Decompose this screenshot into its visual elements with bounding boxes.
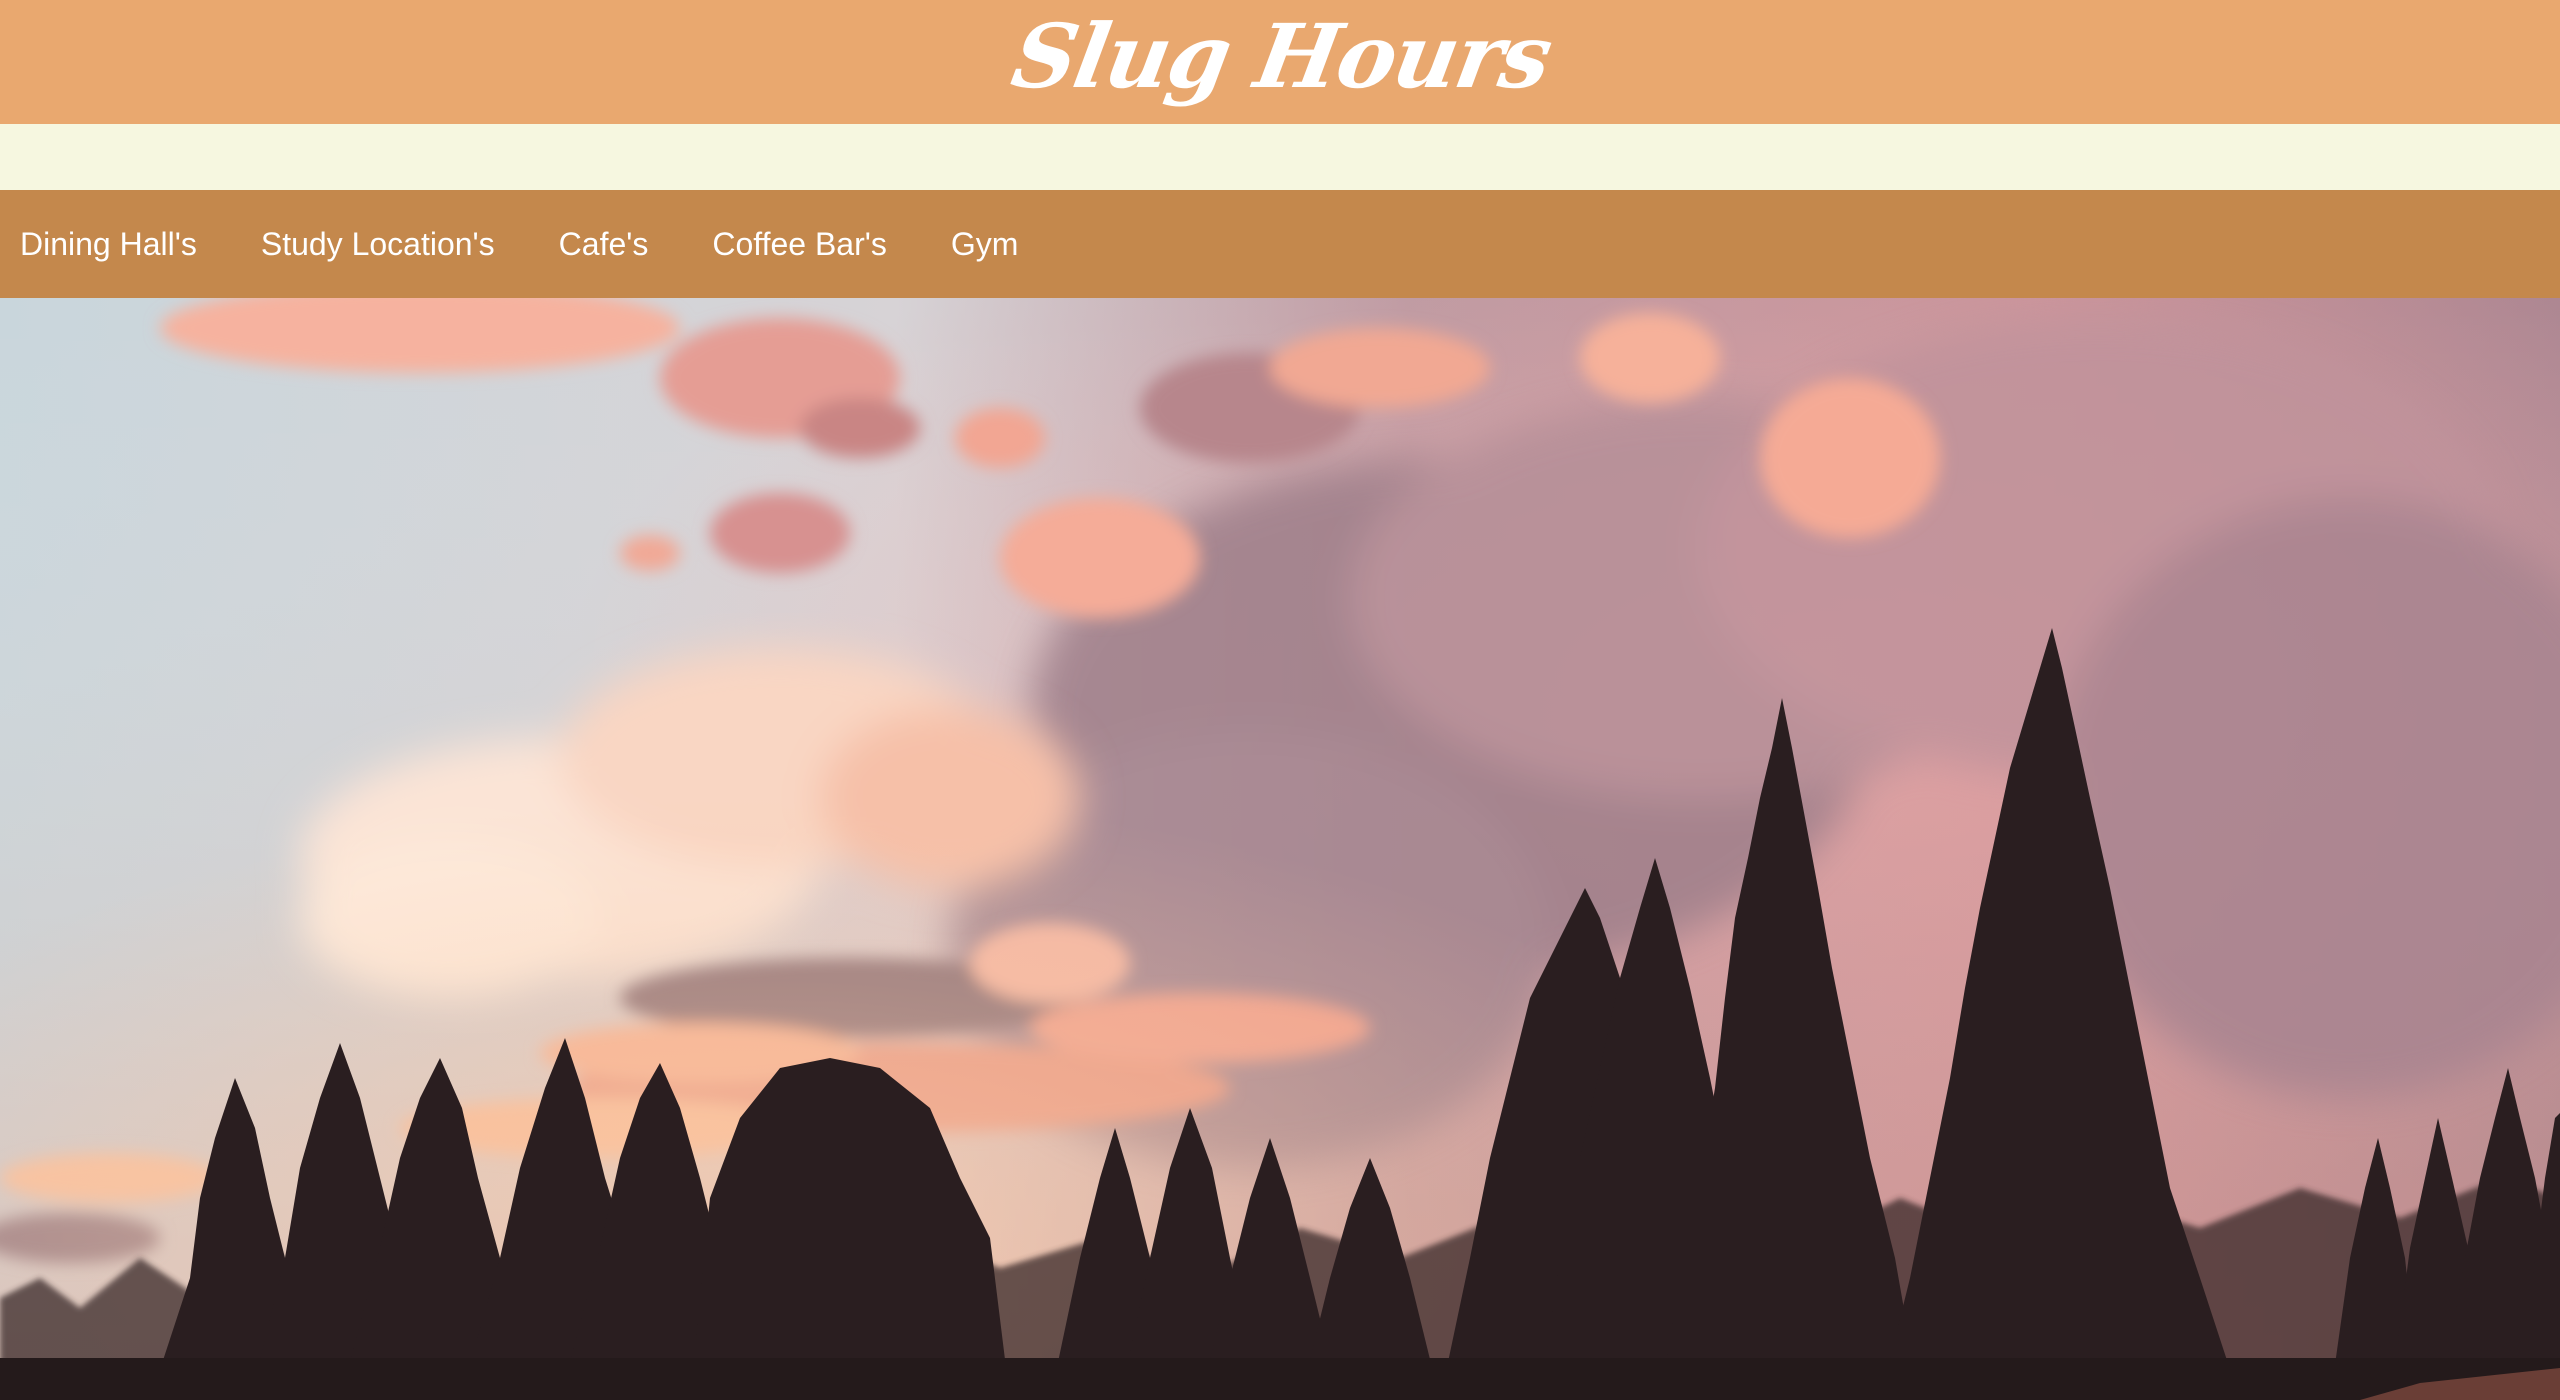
nav-item-gym[interactable]: Gym [930, 190, 1040, 298]
nav-item-coffee-bars[interactable]: Coffee Bar's [691, 190, 908, 298]
site-title: Slug Hours [1004, 4, 1558, 108]
page: Slug Hours Dining Hall's Study Location'… [0, 0, 2560, 1400]
sunset-forest-illustration [0, 298, 2560, 1400]
main-nav: Dining Hall's Study Location's Cafe's Co… [0, 190, 2560, 298]
spacer-band [0, 124, 2560, 190]
site-header: Slug Hours [0, 0, 2560, 124]
hero-image [0, 298, 2560, 1400]
nav-item-dining-halls[interactable]: Dining Hall's [0, 190, 218, 298]
nav-item-study-locations[interactable]: Study Location's [240, 190, 516, 298]
nav-item-cafes[interactable]: Cafe's [538, 190, 670, 298]
